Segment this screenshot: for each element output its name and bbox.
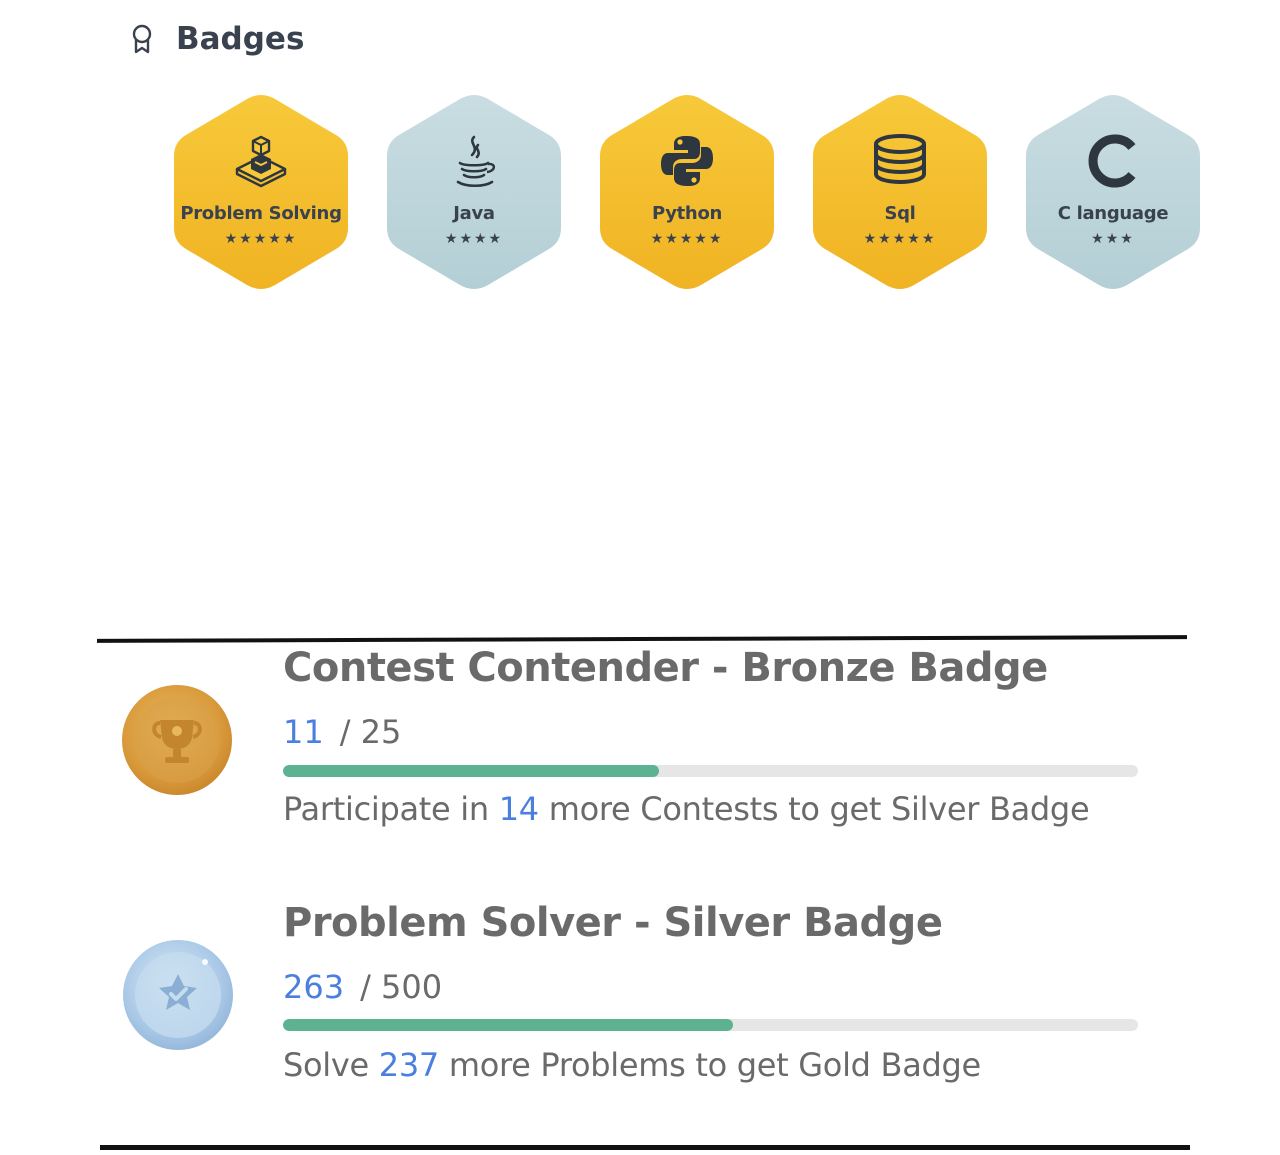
achievement-title: Contest Contender - Bronze Badge — [283, 645, 1048, 691]
badge-stars: ★★★★★ — [863, 231, 937, 247]
badge-problem-solving[interactable]: Problem Solving ★★★★★ — [172, 93, 350, 291]
badge-stars: ★★★★ — [444, 231, 504, 247]
badge-c-language[interactable]: C language ★★★ — [1024, 93, 1202, 291]
achievement-hint: Solve 237 more Problems to get Gold Badg… — [283, 1046, 981, 1084]
bronze-trophy-medal-icon — [120, 683, 234, 797]
hint-number: 14 — [498, 790, 539, 828]
badges-header: Badges — [128, 18, 304, 60]
section-divider-bottom — [100, 1145, 1190, 1150]
hint-suffix: more Contests to get Silver Badge — [538, 790, 1090, 828]
award-ribbon-icon — [128, 22, 156, 56]
badge-java[interactable]: Java ★★★★ — [385, 93, 563, 291]
silver-star-medal-icon — [121, 938, 235, 1052]
hexagon-gold-shape — [813, 95, 987, 289]
badge-stars: ★★★ — [1091, 231, 1135, 247]
progress-total: / 500 — [360, 968, 443, 1006]
hint-prefix: Participate in — [283, 790, 499, 828]
hexagon-silver-shape — [1026, 95, 1200, 289]
section-divider-top — [96, 635, 1188, 643]
achievement-progress-count: 263 / 500 — [283, 968, 442, 1006]
progress-bar-fill — [283, 1019, 733, 1031]
hexagon-gold-shape — [174, 95, 348, 289]
progress-bar-track — [283, 1019, 1138, 1031]
progress-total: / 25 — [339, 713, 402, 751]
hint-number: 237 — [378, 1046, 439, 1084]
hexagon-gold-shape — [600, 95, 774, 289]
java-coffee-cup-icon — [385, 131, 563, 191]
badge-label: Sql — [884, 203, 916, 224]
progress-bar-track — [283, 765, 1138, 777]
achievement-hint: Participate in 14 more Contests to get S… — [283, 790, 1090, 828]
badge-python[interactable]: Python ★★★★★ — [598, 93, 776, 291]
hint-suffix: more Problems to get Gold Badge — [438, 1046, 981, 1084]
hint-prefix: Solve — [283, 1046, 379, 1084]
badge-label: Problem Solving — [180, 203, 342, 224]
achievement-title: Problem Solver - Silver Badge — [283, 900, 943, 946]
badge-label: C language — [1057, 203, 1169, 224]
progress-current: 263 — [283, 968, 345, 1006]
badge-stars: ★★★★★ — [224, 231, 298, 247]
letter-c-icon — [1024, 131, 1202, 191]
badge-stars: ★★★★★ — [650, 231, 724, 247]
hexagon-silver-shape — [387, 95, 561, 289]
badge-sql[interactable]: Sql ★★★★★ — [811, 93, 989, 291]
progress-bar-fill — [283, 765, 660, 777]
achievement-progress-count: 11 / 25 — [283, 713, 401, 751]
badge-label: Python — [651, 203, 723, 224]
isometric-puzzle-icon — [172, 131, 350, 191]
python-logo-icon — [598, 131, 776, 191]
section-title: Badges — [176, 21, 305, 57]
database-stack-icon — [811, 131, 989, 191]
badge-label: Java — [453, 203, 495, 224]
progress-current: 11 — [283, 713, 324, 751]
